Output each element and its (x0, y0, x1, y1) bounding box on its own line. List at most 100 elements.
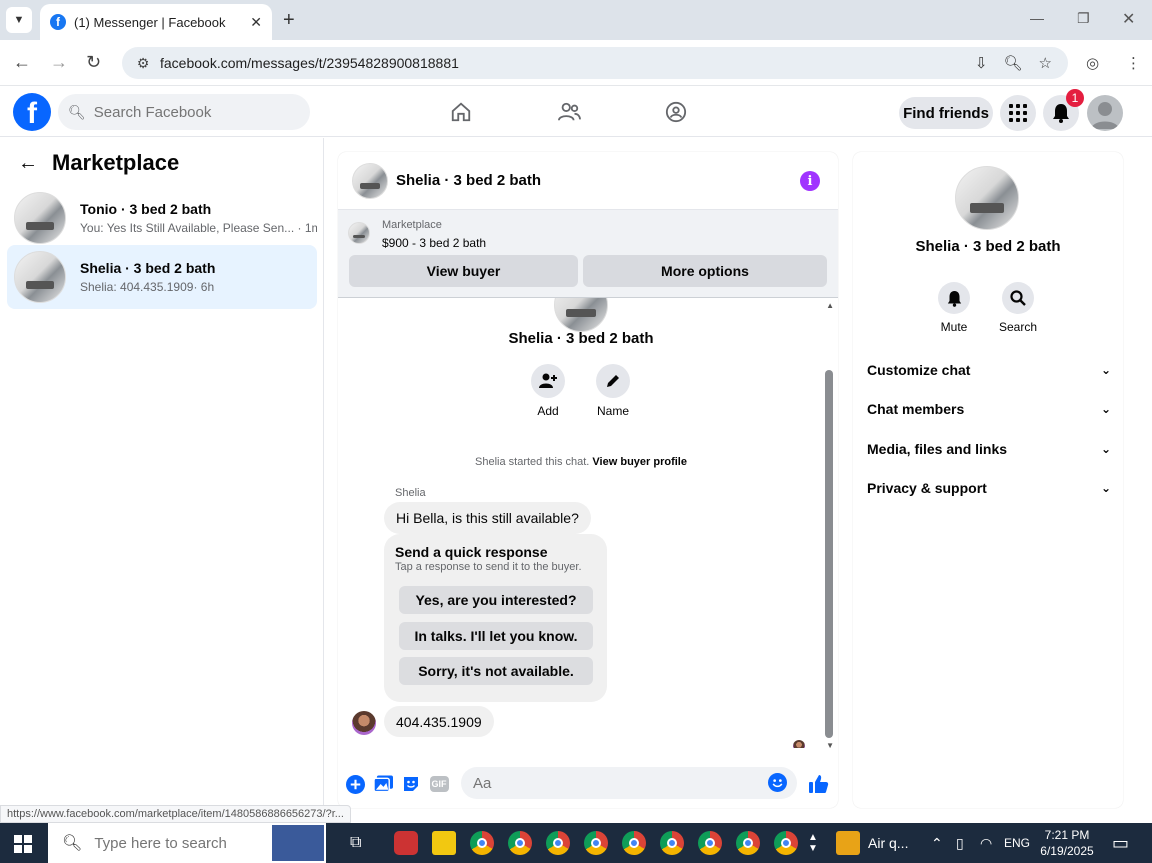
sender-name: Shelia (395, 487, 426, 499)
reload-icon[interactable]: ↻ (86, 52, 101, 73)
gif-icon[interactable]: GIF (429, 774, 449, 794)
groups-icon[interactable] (663, 99, 689, 125)
url-text: facebook.com/messages/t/2395482890081888… (160, 55, 459, 71)
message-bubble[interactable]: Hi Bella, is this still available? (384, 502, 591, 534)
weather-text[interactable]: Air q... (868, 823, 908, 863)
conversation-name: Shelia · 3 bed 2 bath (80, 260, 216, 276)
chat-thumbnail[interactable] (352, 162, 388, 199)
facebook-logo-icon[interactable]: f (13, 93, 51, 131)
menu-grid-icon[interactable] (1000, 95, 1036, 131)
message-input[interactable] (473, 774, 753, 792)
paint-app-icon[interactable] (394, 831, 418, 855)
close-tab-icon[interactable]: ✕ (250, 14, 262, 31)
chat-window: Shelia · 3 bed 2 bath i Marketplace $900… (338, 152, 838, 808)
chrome-icon[interactable] (660, 831, 684, 855)
taskbar-clock[interactable]: 7:21 PM 6/19/2025 (1036, 827, 1098, 859)
windows-start-icon[interactable] (14, 835, 32, 853)
language-indicator[interactable]: ENG (1004, 823, 1030, 863)
chrome-icon[interactable] (698, 831, 722, 855)
scrollbar-thumb[interactable] (825, 370, 833, 738)
new-tab-icon[interactable]: + (283, 9, 295, 32)
chrome-icon[interactable] (546, 831, 570, 855)
media-files-row[interactable]: Media, files and links ⌄ (867, 439, 1111, 459)
search-highlight-image (272, 825, 324, 861)
notifications-center-icon[interactable]: ▭ (1112, 823, 1129, 863)
home-icon[interactable] (448, 99, 474, 125)
quick-response-talks[interactable]: In talks. I'll let you know. (399, 622, 593, 650)
restore-icon[interactable]: ❐ (1077, 10, 1090, 27)
install-app-icon[interactable]: ⇩ (975, 54, 988, 72)
account-avatar[interactable] (1087, 95, 1123, 131)
back-arrow-icon[interactable]: ← (13, 52, 31, 73)
conversation-preview: Shelia: 404.435.1909· 6h (80, 280, 215, 294)
site-settings-icon[interactable]: ⚙ (128, 55, 158, 72)
menu-kebab-icon[interactable]: ⋮ (1126, 54, 1141, 72)
wifi-icon[interactable]: ◠ (980, 823, 992, 863)
minimize-icon[interactable]: — (1030, 10, 1044, 26)
quick-response-subtitle: Tap a response to send it to the buyer. (395, 561, 582, 573)
sender-avatar[interactable] (352, 711, 376, 735)
message-bubble[interactable]: 404.435.1909 (384, 706, 494, 737)
facebook-search[interactable]: 🔍︎ (58, 94, 310, 130)
add-action[interactable]: Add (518, 364, 578, 418)
task-view-icon[interactable]: ⧉ (350, 823, 361, 863)
show-hidden-icons-icon[interactable]: ⌃ (931, 823, 943, 863)
quick-response-not-available[interactable]: Sorry, it's not available. (399, 657, 593, 685)
message-list[interactable]: Shelia · 3 bed 2 bath Add Name Shelia st… (338, 298, 838, 748)
chrome-icon[interactable] (584, 831, 608, 855)
sticky-notes-icon[interactable] (432, 831, 456, 855)
thumbs-up-icon[interactable] (808, 773, 830, 795)
chrome-icon[interactable] (736, 831, 760, 855)
friends-icon[interactable] (556, 99, 582, 125)
privacy-support-row[interactable]: Privacy & support ⌄ (867, 478, 1111, 498)
read-receipt-avatar (793, 740, 805, 748)
search-action[interactable]: Search (988, 282, 1048, 334)
conversation-item[interactable]: Tonio · 3 bed 2 bath You: Yes Its Still … (7, 186, 317, 250)
conversation-item-active[interactable]: Shelia · 3 bed 2 bath Shelia: 404.435.19… (7, 245, 317, 309)
listing-price[interactable]: $900 - 3 bed 2 bath (382, 236, 486, 250)
browser-tab[interactable]: f (1) Messenger | Facebook ✕ (40, 4, 272, 40)
back-arrow-icon[interactable]: ← (18, 152, 38, 175)
close-window-icon[interactable]: ✕ (1122, 9, 1135, 29)
info-icon[interactable]: i (800, 171, 820, 191)
emoji-icon[interactable] (768, 773, 787, 792)
facebook-search-input[interactable] (93, 103, 294, 121)
forward-arrow-icon[interactable]: → (50, 52, 68, 73)
scroll-down-icon[interactable]: ▼ (826, 741, 834, 750)
weather-icon[interactable] (836, 831, 860, 855)
message-composer: GIF (338, 762, 838, 806)
taskbar-scroll-icon[interactable]: ▲ ▼ (808, 823, 818, 863)
bookmark-star-icon[interactable]: ☆ (1039, 54, 1052, 72)
zoom-icon[interactable]: 🔍︎ (1004, 54, 1023, 72)
taskbar-search-input[interactable] (94, 834, 265, 852)
sticker-icon[interactable] (401, 774, 421, 794)
find-friends-button[interactable]: Find friends (899, 97, 993, 129)
device-icon[interactable]: ▯ (956, 823, 964, 863)
tab-title: (1) Messenger | Facebook (74, 14, 226, 30)
scroll-up-icon[interactable]: ▲ (826, 301, 834, 310)
message-input-box[interactable] (461, 767, 797, 799)
mute-action[interactable]: Mute (924, 282, 984, 334)
chat-title[interactable]: Shelia · 3 bed 2 bath (396, 172, 541, 189)
chrome-icon[interactable] (774, 831, 798, 855)
chrome-icon[interactable] (470, 831, 494, 855)
chevron-down-icon: ⌄ (1100, 363, 1111, 377)
add-label: Add (537, 404, 559, 418)
listing-thumbnail (14, 192, 66, 244)
chrome-icon[interactable] (508, 831, 532, 855)
chrome-icon[interactable] (622, 831, 646, 855)
profile-icon[interactable]: ◎ (1086, 54, 1099, 72)
chat-members-row[interactable]: Chat members ⌄ (867, 399, 1111, 419)
more-options-button[interactable]: More options (583, 255, 827, 287)
photo-icon[interactable] (373, 774, 393, 794)
chat-started-notice: Shelia started this chat. View buyer pro… (475, 456, 687, 468)
quick-response-yes[interactable]: Yes, are you interested? (399, 586, 593, 614)
address-bar[interactable]: ⚙ facebook.com/messages/t/23954828900818… (122, 47, 1068, 79)
plus-circle-icon[interactable] (345, 774, 365, 794)
view-buyer-button[interactable]: View buyer (349, 255, 578, 287)
view-buyer-profile-link[interactable]: View buyer profile (592, 456, 687, 468)
tab-search-button[interactable]: ▼ (6, 7, 32, 33)
chat-details-panel: Shelia · 3 bed 2 bath Mute Search Custom… (853, 152, 1123, 808)
customize-chat-row[interactable]: Customize chat ⌄ (867, 360, 1111, 380)
name-action[interactable]: Name (583, 364, 643, 418)
